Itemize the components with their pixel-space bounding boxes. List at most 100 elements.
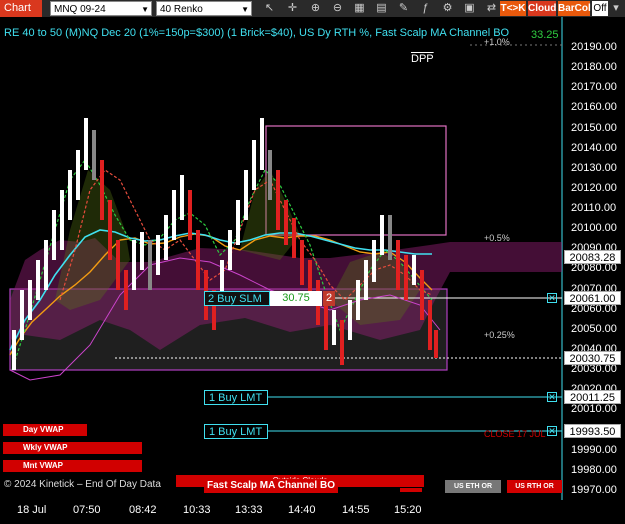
renko-brick — [420, 270, 424, 320]
x-tick: 10:33 — [183, 504, 211, 516]
slm-order-price[interactable]: 30.75 — [270, 291, 322, 306]
renko-brick — [92, 130, 96, 180]
renko-brick — [348, 300, 352, 340]
day-vwap-bar: Day VWAP — [3, 424, 87, 436]
renko-brick — [276, 170, 280, 230]
renko-brick — [284, 200, 288, 245]
renko-brick — [100, 160, 104, 220]
lmt1-price-label: 20011.25 — [564, 390, 621, 404]
renko-brick — [404, 255, 408, 300]
renko-brick — [324, 300, 328, 350]
renko-brick — [84, 118, 88, 170]
renko-brick — [428, 300, 432, 350]
renko-brick — [332, 310, 336, 345]
pct-025-label: +0.25% — [484, 330, 515, 340]
price-tick: 19990.00 — [571, 443, 617, 456]
renko-brick — [300, 240, 304, 285]
price-tick: 20050.00 — [571, 322, 617, 335]
fast-scalp-bar: Fast Scalp MA Channel BO — [204, 479, 338, 493]
renko-brick — [148, 240, 152, 290]
slm-order-qty[interactable]: 2 — [323, 291, 335, 306]
renko-brick — [396, 240, 400, 290]
price-tick: 20180.00 — [571, 61, 617, 74]
renko-brick — [196, 230, 200, 290]
renko-brick — [372, 240, 376, 282]
x-tick: 14:55 — [342, 504, 370, 516]
renko-brick — [356, 280, 360, 320]
price-tick: 20140.00 — [571, 141, 617, 154]
renko-brick — [188, 190, 192, 240]
renko-brick — [76, 150, 80, 200]
lmt2-price-label: 19993.50 — [564, 424, 621, 438]
price-tick: 20190.00 — [571, 41, 617, 53]
renko-brick — [52, 210, 56, 260]
us-eth-or-bar: US ETH OR — [445, 480, 501, 493]
price-tick: 19970.00 — [571, 483, 617, 496]
renko-brick — [380, 215, 384, 255]
renko-brick — [12, 330, 16, 370]
us-rth-or-bar: US RTH OR — [507, 480, 562, 493]
mnt-vwap-bar: Mnt VWAP — [3, 460, 142, 472]
renko-brick — [244, 170, 248, 220]
current-price-label: 20061.00 — [564, 291, 621, 305]
renko-brick — [28, 280, 32, 320]
renko-brick — [268, 150, 272, 200]
close-order-icon[interactable]: ✕ — [547, 293, 557, 303]
pct-top-label: +1.0% — [484, 37, 510, 47]
renko-brick — [132, 240, 136, 290]
x-tick: 07:50 — [73, 504, 101, 516]
top-right-value: 33.25 — [531, 29, 559, 41]
x-tick: 15:20 — [394, 504, 422, 516]
signal-bar — [400, 488, 422, 492]
copyright-text: © 2024 Kinetick – End Of Day Data — [4, 479, 161, 490]
price-tick: 20150.00 — [571, 121, 617, 134]
chart-title: RE 40 to 50 (M)NQ Dec 20 (1%=150p=$300) … — [4, 27, 510, 39]
renko-brick — [140, 232, 144, 270]
renko-brick — [156, 235, 160, 275]
price-tick: 19980.00 — [571, 463, 617, 476]
ma-price-label: 20083.28 — [564, 250, 621, 264]
price-tick: 20120.00 — [571, 181, 617, 194]
renko-brick — [340, 320, 344, 365]
price-tick: 20160.00 — [571, 101, 617, 114]
renko-brick — [20, 290, 24, 340]
close-order-icon[interactable]: ✕ — [547, 426, 557, 436]
x-tick: 13:33 — [235, 504, 263, 516]
slm-order-label[interactable]: 2 Buy SLM — [204, 291, 270, 306]
dpp-label: DPP — [411, 53, 434, 65]
close-order-icon[interactable]: ✕ — [547, 392, 557, 402]
renko-brick — [260, 118, 264, 170]
renko-brick — [364, 260, 368, 300]
renko-brick — [292, 218, 296, 258]
lmt1-order-label[interactable]: 1 Buy LMT — [204, 390, 268, 405]
renko-brick — [164, 215, 168, 260]
renko-brick — [124, 270, 128, 310]
renko-brick — [252, 140, 256, 190]
last-price-label: 20030.75 — [564, 351, 621, 365]
renko-brick — [434, 330, 438, 358]
pct-05-label: +0.5% — [484, 233, 510, 243]
price-tick: 20130.00 — [571, 161, 617, 174]
renko-brick — [180, 175, 184, 220]
renko-brick — [108, 200, 112, 260]
lmt2-order-label[interactable]: 1 Buy LMT — [204, 424, 268, 439]
x-tick: 14:40 — [288, 504, 316, 516]
renko-brick — [236, 200, 240, 245]
x-tick: 18 Jul — [17, 504, 47, 516]
renko-brick — [172, 190, 176, 240]
renko-brick — [228, 230, 232, 270]
price-tick: 20010.00 — [571, 403, 617, 416]
price-tick: 20100.00 — [571, 222, 617, 235]
close-label: CLOSE 17 JUL — [484, 429, 546, 439]
x-tick: 08:42 — [129, 504, 157, 516]
renko-brick — [412, 255, 416, 285]
price-tick: 20170.00 — [571, 81, 617, 94]
price-tick: 20110.00 — [571, 202, 617, 215]
renko-brick — [60, 190, 64, 250]
wkly-vwap-bar: Wkly VWAP — [3, 442, 142, 454]
renko-brick — [44, 240, 48, 290]
renko-brick — [388, 215, 392, 260]
renko-brick — [36, 260, 40, 300]
renko-brick — [68, 170, 72, 220]
renko-brick — [116, 240, 120, 290]
